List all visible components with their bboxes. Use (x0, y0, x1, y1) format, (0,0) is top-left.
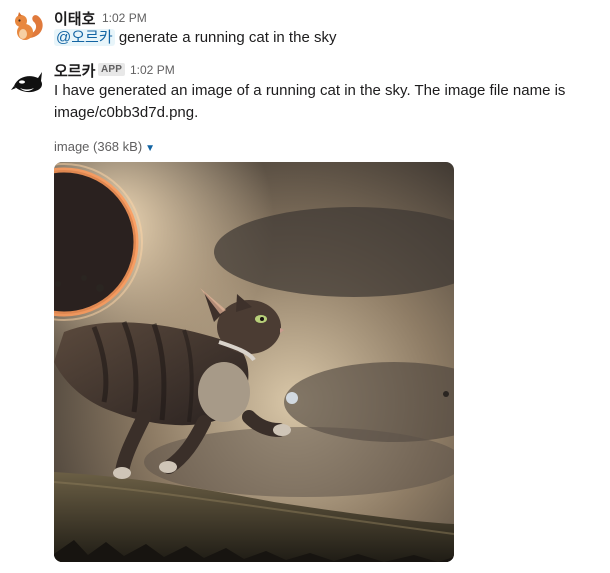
message-user: 이태호 1:02 PM @오르카 generate a running cat … (0, 0, 610, 60)
sender-name[interactable]: 이태호 (54, 8, 95, 29)
message-timestamp[interactable]: 1:02 PM (102, 11, 147, 25)
app-badge: APP (98, 63, 126, 76)
message-content: generate a running cat in the sky (118, 29, 337, 46)
message-text-line-1: I have generated an image of a running c… (54, 82, 566, 99)
message-text: @오르카 generate a running cat in the sky (54, 27, 336, 49)
message-timestamp[interactable]: 1:02 PM (130, 63, 175, 77)
orca-icon[interactable] (10, 64, 46, 100)
attachment-label: image (368 kB) (54, 139, 143, 154)
sender-name[interactable]: 오르카 (54, 60, 95, 81)
caret-down-icon[interactable]: ▼ (145, 143, 155, 154)
generated-image[interactable] (54, 162, 454, 562)
user-mention[interactable]: @오르카 (54, 29, 115, 46)
squirrel-icon[interactable] (10, 8, 46, 44)
attachment-toggle[interactable]: image (368 kB) ▼ (54, 139, 155, 154)
message-text-line-2: image/c0bb3d7d.png. (54, 104, 199, 121)
